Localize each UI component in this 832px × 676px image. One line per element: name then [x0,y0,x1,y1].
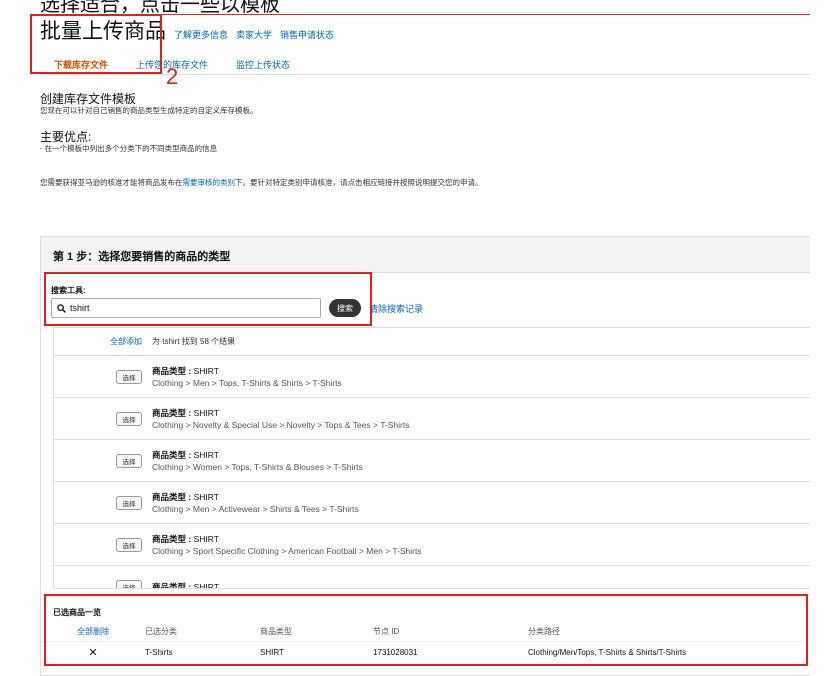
select-button[interactable]: 选择 [116,580,142,590]
select-button[interactable]: 选择 [116,538,142,552]
product-type-value: SHIRT [194,534,219,544]
select-button[interactable]: 选择 [116,412,142,426]
result-row: 选择 商品类型 : SHIRTClothing > Women > Tops, … [54,440,810,482]
annotation-number: 2 [166,66,178,88]
results-count: 为 tshirt 找到 58 个结果 [152,336,235,347]
add-all-link[interactable]: 全部添加 [54,336,152,347]
intro-description: 您现在可以针对自己销售的商品类型生成特定的自定义库存模板。 [40,106,802,116]
intro-section: 创建库存文件模板 您现在可以针对自己销售的商品类型生成特定的自定义库存模板。 主… [40,92,802,188]
search-results: 全部添加 为 tshirt 找到 58 个结果 选择 商品类型 : SHIRTC… [53,327,810,589]
approval-note-pre: 您需要获得亚马逊的核准才能将商品发布在 [40,178,183,187]
intro-heading: 创建库存文件模板 [40,92,802,106]
annotation-box-header [30,14,162,74]
result-row: 选择 商品类型 : SHIRTClothing > Men > Activewe… [54,482,810,524]
product-type-value: SHIRT [194,450,219,460]
product-type-label: 商品类型 : [152,408,191,418]
product-type-value: SHIRT [194,582,219,590]
select-button[interactable]: 选择 [116,496,142,510]
product-type-label: 商品类型 : [152,582,191,590]
product-type-label: 商品类型 : [152,534,191,544]
product-type-value: SHIRT [194,492,219,502]
product-type-label: 商品类型 : [152,450,191,460]
annotation-box-search [44,272,372,326]
sales-application-link[interactable]: 销售申请状态 [280,28,334,41]
category-path: Clothing > Women > Tops, T-Shirts & Blou… [152,461,363,473]
result-row: 选择 商品类型 : SHIRTClothing > Men > Tops, T-… [54,356,810,398]
approval-note: 您需要获得亚马逊的核准才能将商品发布在需要审核的类别下。要针对特定类别申请核准，… [40,178,802,188]
result-row: 选择 商品类型 : SHIRTClothing > Sport Specific… [54,524,810,566]
product-type-value: SHIRT [194,408,219,418]
category-path: Clothing > Sport Specific Clothing > Ame… [152,545,422,557]
step-one-title: 第 1 步：选择您要销售的商品的类型 [41,237,810,273]
annotation-box-selected [44,594,808,666]
seller-university-link[interactable]: 卖家大学 [236,28,272,41]
product-type-label: 商品类型 : [152,366,191,376]
tab-monitor-upload[interactable]: 监控上传状态 [222,55,304,74]
results-header: 全部添加 为 tshirt 找到 58 个结果 [54,328,810,356]
category-path: Clothing > Men > Tops, T-Shirts & Shirts… [152,377,342,389]
result-row: 选择 商品类型 : SHIRTClothing > Novelty & Spec… [54,398,810,440]
benefits-heading: 主要优点: [40,130,802,144]
product-type-label: 商品类型 : [152,492,191,502]
clear-search-link[interactable]: 清除搜索记录 [369,302,423,315]
approval-categories-link[interactable]: 需要审核的类别 [183,178,236,187]
category-path: Clothing > Novelty & Special Use > Novel… [152,419,410,431]
header-links: 了解更多信息 卖家大学 销售申请状态 [174,28,334,44]
top-rule [160,14,810,15]
category-path: Clothing > Men > Activewear > Shirts & T… [152,503,359,515]
product-type-value: SHIRT [194,366,219,376]
select-button[interactable]: 选择 [116,370,142,384]
result-row: 选择 商品类型 : SHIRT [54,566,810,589]
select-button[interactable]: 选择 [116,454,142,468]
learn-more-link[interactable]: 了解更多信息 [174,28,228,41]
benefits-description: - 在一个模板中列出多个分类下的不同类型商品的信息 [40,144,802,154]
approval-note-post: 下。要针对特定类别申请核准，请点击相应链接并按照说明提交您的申请。 [235,178,483,187]
